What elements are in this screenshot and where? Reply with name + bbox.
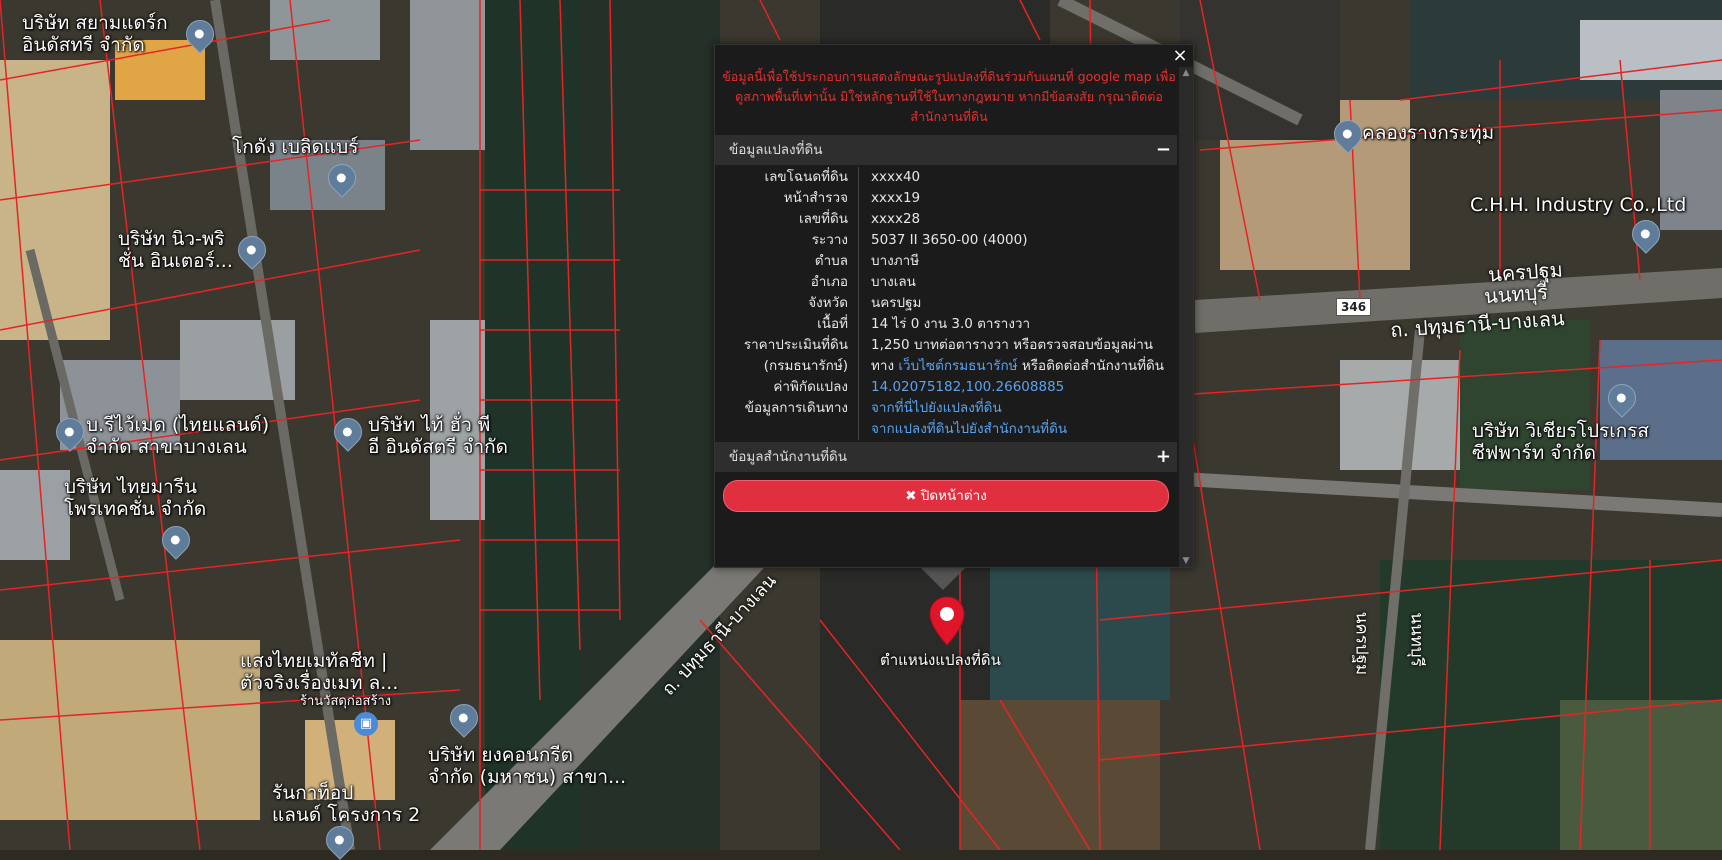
scroll-down-icon[interactable]: ▼ [1179, 555, 1193, 567]
road-label: นนทบุรี [1406, 612, 1427, 667]
place-label-line: ตัวจริงเรื่องเมท ล... [240, 672, 399, 694]
place-label-line: บริษัท ไท้ ฮั่ว พี [368, 414, 491, 436]
popup-pointer [921, 568, 965, 590]
row-label: ค่าพิกัดแปลง [715, 377, 859, 398]
row-label: (กรมธนารักษ์) [715, 356, 859, 377]
row-label: ราคาประเมินที่ดิน [715, 335, 859, 356]
row-label: หน้าสำรวจ [715, 188, 859, 209]
place-label-rthai[interactable]: บ.รีไว้เมด (ไทยแลนด์) จำกัด สาขาบางเลน [86, 414, 269, 458]
info-row-travel-2: จากแปลงที่ดินไปยังสำนักงานที่ดิน [715, 419, 1177, 440]
parcel-info-table: เลขโฉนดที่ดิน xxxx40 หน้าสำรวจ xxxx19 เลขท… [715, 167, 1177, 440]
place-label-vichien[interactable]: บริษัท วิเชียรโปรเกรส ซีฟพาร์ท จำกัด [1472, 420, 1649, 464]
place-label-line: โพรเทคชั่น จำกัด [64, 498, 207, 520]
section-title: ข้อมูลแปลงที่ดิน [729, 142, 823, 158]
row-label: ข้อมูลการเดินทาง [715, 398, 859, 419]
scroll-up-icon[interactable]: ▲ [1179, 67, 1193, 79]
place-label-line: บริษัท นิว-พริ [118, 228, 225, 250]
scroll-track[interactable] [1179, 79, 1193, 555]
collapse-icon[interactable]: − [1156, 135, 1171, 165]
row-label: จังหวัด [715, 293, 859, 314]
info-row-treasury: (กรมธนารักษ์) ทาง เว็บไซต์กรมธนารักษ์ หร… [715, 356, 1177, 377]
place-label-line: รันกาท็อป [272, 782, 354, 804]
place-label-line: จำกัด สาขาบางเลน [86, 436, 247, 458]
dialog-scrollbar[interactable]: ▲ ▼ [1179, 67, 1193, 567]
place-label-line: บริษัท วิเชียรโปรเกรส [1472, 420, 1650, 442]
place-label-line: บริษัท สยามแดร์ก [22, 12, 168, 34]
place-label-line: บริษัท ไทยมารีน [64, 476, 197, 498]
place-label-line: บ.รีไว้เมด (ไทยแลนด์) [86, 414, 270, 436]
row-value: บางเลน [871, 274, 916, 290]
row-value-prefix: ทาง [871, 358, 899, 374]
close-window-button[interactable]: ✖ ปิดหน้าต่าง [723, 480, 1169, 512]
row-label-empty [715, 419, 859, 440]
row-value: 1,250 บาทต่อตารางวา หรือตรวจสอบข้อมูลผ่า… [871, 337, 1153, 353]
row-label: อำเภอ [715, 272, 859, 293]
info-row: จังหวัด นครปฐม [715, 293, 1177, 314]
treasury-website-link[interactable]: เว็บไซต์กรมธนารักษ์ [898, 358, 1017, 374]
row-value: 5037 II 3650-00 (4000) [871, 232, 1028, 248]
place-label-line: จำกัด (มหาชน) สาขา... [428, 766, 627, 788]
row-value: 14 ไร่ 0 งาน 3.0 ตารางวา [871, 316, 1031, 332]
place-label-line: บริษัท ยงคอนกรีต [428, 744, 573, 766]
info-row: หน้าสำรวจ xxxx19 [715, 188, 1177, 209]
place-label-thaimarine[interactable]: บริษัท ไทยมารีน โพรเทคชั่น จำกัด [64, 476, 206, 520]
info-row: ระวาง 5037 II 3650-00 (4000) [715, 230, 1177, 251]
place-label-line: C.H.H. Industry Co.,Ltd [1470, 194, 1687, 216]
row-value: xxxx19 [871, 190, 921, 206]
place-label-line: ชั่น อินเตอร์... [118, 250, 233, 272]
place-label-line: แลนด์ โครงการ 2 [272, 804, 421, 826]
row-value: บางภาษี [871, 253, 920, 269]
section-title: ข้อมูลสำนักงานที่ดิน [729, 449, 848, 465]
place-label-taihua[interactable]: บริษัท ไท้ ฮั่ว พี อี อินดัสตรี จำกัด [368, 414, 508, 458]
row-value: xxxx28 [871, 211, 921, 227]
place-label-line: คลองรางกระทุ่ม [1362, 122, 1495, 144]
place-label-godang[interactable]: โกดัง เบลิดแบร์ [232, 136, 358, 158]
row-label: เลขโฉนดที่ดิน [715, 167, 859, 188]
info-row: อำเภอ บางเลน [715, 272, 1177, 293]
directions-to-parcel-link[interactable]: จากที่นี่ไปยังแปลงที่ดิน [871, 400, 1002, 416]
place-label-khlong[interactable]: คลองรางกระทุ่ม [1362, 122, 1494, 144]
place-label-line: อินดัสทรี จำกัด [22, 34, 145, 56]
place-label-chh[interactable]: C.H.H. Industry Co.,Ltd [1470, 194, 1686, 216]
row-label: ตำบล [715, 251, 859, 272]
row-value: นครปฐม [871, 295, 922, 311]
route-shield: 346 [1336, 298, 1372, 316]
info-row-travel: ข้อมูลการเดินทาง จากที่นี่ไปยังแปลงที่ดิ… [715, 398, 1177, 419]
place-label-line: อี อินดัสตรี จำกัด [368, 436, 509, 458]
location-marker-icon[interactable] [929, 596, 965, 646]
row-value: ทาง เว็บไซต์กรมธนารักษ์ หรือติดต่อสำนักง… [859, 356, 1164, 377]
place-label-runtop[interactable]: รันกาท็อป แลนด์ โครงการ 2 [272, 782, 420, 826]
parcel-info-dialog: × ข้อมูลนี้เพื่อใช้ประกอบการแสดงลักษณะรู… [714, 44, 1194, 568]
place-label-newpro[interactable]: บริษัท นิว-พริ ชั่น อินเตอร์... [118, 228, 233, 272]
expand-icon[interactable]: + [1156, 442, 1171, 472]
info-row: ตำบล บางภาษี [715, 251, 1177, 272]
road-label: นครปฐม [1351, 611, 1372, 676]
row-value: xxxx40 [871, 169, 921, 185]
coordinates-link[interactable]: 14.02075182,100.26608885 [871, 379, 1064, 395]
place-label-line: แสงไทยเมทัลชีท | [240, 650, 388, 672]
directions-to-office-link[interactable]: จากแปลงที่ดินไปยังสำนักงานที่ดิน [871, 421, 1067, 437]
row-label: เนื้อที่ [715, 314, 859, 335]
place-label-sangthai[interactable]: แสงไทยเมทัลชีท | ตัวจริงเรื่องเมท ล... ร… [240, 650, 398, 709]
row-label: เลขที่ดิน [715, 209, 859, 230]
info-row-coordinates: ค่าพิกัดแปลง 14.02075182,100.26608885 [715, 377, 1177, 398]
row-value-suffix: หรือติดต่อสำนักงานที่ดิน [1017, 358, 1165, 374]
marker-label: ตำแหน่งแปลงที่ดิน [880, 651, 1001, 669]
info-row: ราคาประเมินที่ดิน 1,250 บาทต่อตารางวา หรื… [715, 335, 1177, 356]
section-header-office[interactable]: ข้อมูลสำนักงานที่ดิน + [715, 442, 1177, 472]
row-label: ระวาง [715, 230, 859, 251]
disclaimer-text: ข้อมูลนี้เพื่อใช้ประกอบการแสดงลักษณะรูปแ… [722, 69, 1176, 124]
place-label-line: โกดัง เบลิดแบร์ [232, 136, 359, 158]
place-sublabel: ร้านวัสดุก่อสร้าง [300, 694, 392, 709]
close-icon[interactable]: × [1171, 47, 1189, 65]
place-label-yong[interactable]: บริษัท ยงคอนกรีต จำกัด (มหาชน) สาขา... [428, 744, 626, 788]
info-row: เลขที่ดิน xxxx28 [715, 209, 1177, 230]
store-icon[interactable]: ▣ [354, 712, 378, 736]
info-row: เนื้อที่ 14 ไร่ 0 งาน 3.0 ตารางวา [715, 314, 1177, 335]
info-row: เลขโฉนดที่ดิน xxxx40 [715, 167, 1177, 188]
section-header-parcel[interactable]: ข้อมูลแปลงที่ดิน − [715, 135, 1177, 165]
place-label-line: ซีฟพาร์ท จำกัด [1472, 442, 1596, 464]
place-label-siam[interactable]: บริษัท สยามแดร์ก อินดัสทรี จำกัด [22, 12, 168, 56]
